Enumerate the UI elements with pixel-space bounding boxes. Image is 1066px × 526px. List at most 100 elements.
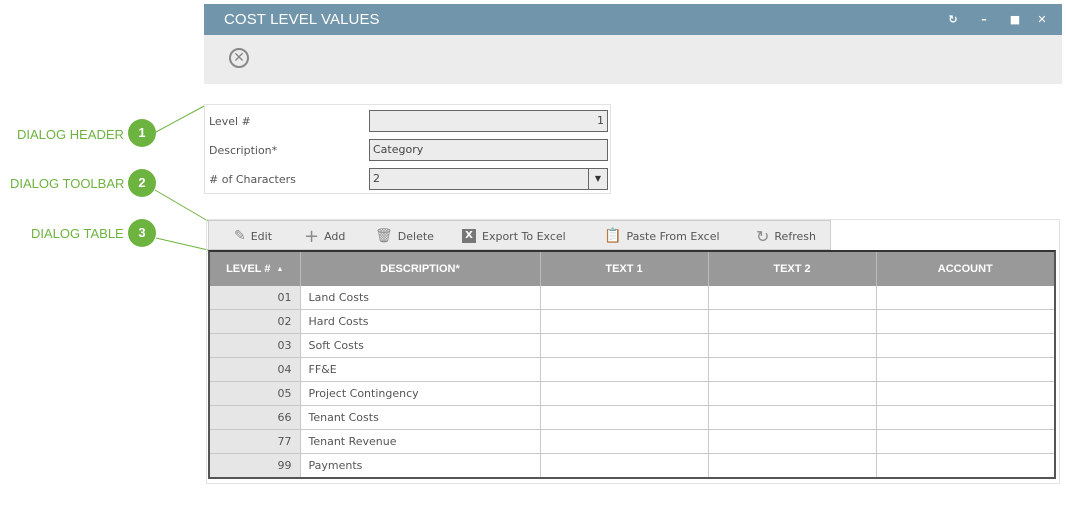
export-excel-button[interactable]: X Export To Excel	[462, 227, 566, 245]
level-label: Level #	[209, 115, 251, 128]
refresh-button[interactable]: ↻ Refresh	[756, 226, 816, 246]
table-header-row: LEVEL # ▲ DESCRIPTION* TEXT 1 TEXT 2 ACCO…	[210, 252, 1054, 286]
characters-value: 2	[373, 172, 380, 185]
table-row[interactable]: 66 Tenant Costs	[210, 405, 1054, 430]
add-label: Add	[324, 229, 346, 243]
column-header-account[interactable]: ACCOUNT	[876, 252, 1054, 286]
table-row[interactable]: 04 FF&E	[210, 357, 1054, 382]
cell-description[interactable]: Tenant Costs	[300, 405, 541, 430]
annotation-badge-3: 3	[128, 219, 156, 247]
dialog-header-form: Level # 1 Description* Category # of Cha…	[204, 104, 611, 194]
paste-excel-button[interactable]: 📋 Paste From Excel	[604, 227, 720, 245]
close-icon[interactable]: ✕	[1035, 13, 1049, 27]
dialog-title-bar: COST LEVEL VALUES ↻ – ■ ✕	[204, 4, 1062, 35]
level-input[interactable]: 1	[369, 110, 608, 132]
cell-account[interactable]	[876, 309, 1054, 334]
cell-account[interactable]	[876, 454, 1054, 478]
cell-description[interactable]: Project Contingency	[300, 381, 541, 406]
cell-level[interactable]: 01	[210, 286, 301, 310]
annotation-label-table: DIALOG TABLE	[31, 226, 124, 241]
cell-text1[interactable]	[540, 309, 709, 334]
cell-account[interactable]	[876, 429, 1054, 454]
export-label: Export To Excel	[482, 229, 566, 243]
cell-text2[interactable]	[708, 381, 877, 406]
plus-icon: +	[304, 225, 320, 247]
cell-level[interactable]: 05	[210, 381, 301, 406]
cell-text1[interactable]	[540, 381, 709, 406]
cell-text2[interactable]	[708, 453, 877, 477]
clipboard-icon: 📋	[604, 228, 622, 244]
cell-account[interactable]	[876, 333, 1054, 358]
cell-account[interactable]	[876, 286, 1054, 310]
cell-text1[interactable]	[540, 429, 709, 454]
cell-text2[interactable]	[708, 333, 877, 358]
annotation-line-1	[155, 104, 207, 133]
cell-text2[interactable]	[708, 405, 877, 430]
annotation-label-toolbar: DIALOG TOOLBAR	[10, 176, 125, 191]
column-header-level[interactable]: LEVEL # ▲	[210, 252, 301, 286]
dialog-action-strip: ✕	[204, 35, 1062, 84]
table-row[interactable]: 02 Hard Costs	[210, 309, 1054, 334]
excel-icon: X	[462, 229, 476, 243]
annotation-label-header: DIALOG HEADER	[17, 127, 124, 142]
refresh-icon[interactable]: ↻	[946, 13, 960, 27]
cell-text1[interactable]	[540, 453, 709, 477]
column-header-text2[interactable]: TEXT 2	[708, 252, 877, 286]
cell-account[interactable]	[876, 357, 1054, 382]
cell-text2[interactable]	[708, 309, 877, 334]
column-header-level-label: LEVEL #	[226, 263, 271, 275]
annotation-badge-1: 1	[128, 119, 156, 147]
cell-description[interactable]: Payments	[300, 453, 541, 477]
minimize-icon[interactable]: –	[977, 13, 991, 27]
table-row[interactable]: 01 Land Costs	[210, 286, 1054, 310]
cell-level[interactable]: 02	[210, 309, 301, 334]
refresh-icon: ↻	[756, 226, 770, 246]
characters-select[interactable]: 2 ▼	[369, 168, 608, 190]
maximize-icon[interactable]: ■	[1008, 13, 1022, 27]
paste-label: Paste From Excel	[626, 229, 720, 243]
chevron-down-icon[interactable]: ▼	[588, 169, 607, 189]
pencil-icon: ✎	[234, 228, 246, 244]
dialog-toolbar: ✎ Edit + Add 🗑 Delete X Export To Excel …	[208, 220, 831, 250]
cell-text2[interactable]	[708, 429, 877, 454]
refresh-label: Refresh	[774, 229, 816, 243]
table-row[interactable]: 99 Payments	[210, 453, 1054, 478]
cell-level[interactable]: 03	[210, 333, 301, 358]
dialog-title: COST LEVEL VALUES	[224, 11, 380, 28]
table-row[interactable]: 05 Project Contingency	[210, 381, 1054, 406]
cell-text1[interactable]	[540, 286, 709, 310]
cancel-circle-icon[interactable]: ✕	[229, 48, 249, 68]
dialog-table: LEVEL # ▲ DESCRIPTION* TEXT 1 TEXT 2 ACCO…	[208, 250, 1056, 479]
edit-button[interactable]: ✎ Edit	[234, 227, 272, 245]
cell-description[interactable]: Land Costs	[300, 286, 541, 310]
cell-description[interactable]: Tenant Revenue	[300, 429, 541, 454]
trash-icon: 🗑	[375, 228, 393, 244]
table-row[interactable]: 03 Soft Costs	[210, 333, 1054, 358]
delete-button[interactable]: 🗑 Delete	[375, 227, 434, 245]
cell-account[interactable]	[876, 405, 1054, 430]
cell-level[interactable]: 99	[210, 453, 301, 477]
add-button[interactable]: + Add	[304, 225, 346, 247]
column-header-description[interactable]: DESCRIPTION*	[300, 252, 541, 286]
table-row[interactable]: 77 Tenant Revenue	[210, 429, 1054, 454]
annotation-badge-2: 2	[128, 169, 156, 197]
cell-account[interactable]	[876, 381, 1054, 406]
cell-text1[interactable]	[540, 405, 709, 430]
cell-text2[interactable]	[708, 357, 877, 382]
annotation-line-3	[155, 237, 209, 251]
characters-label: # of Characters	[209, 173, 296, 186]
cell-description[interactable]: Hard Costs	[300, 309, 541, 334]
sort-ascending-icon: ▲	[276, 265, 284, 273]
cell-level[interactable]: 77	[210, 429, 301, 454]
cell-description[interactable]: Soft Costs	[300, 333, 541, 358]
cell-text1[interactable]	[540, 333, 709, 358]
cell-level[interactable]: 66	[210, 405, 301, 430]
description-input[interactable]: Category	[369, 139, 608, 161]
cell-level[interactable]: 04	[210, 357, 301, 382]
cell-description[interactable]: FF&E	[300, 357, 541, 382]
cell-text2[interactable]	[708, 286, 877, 310]
delete-label: Delete	[397, 229, 434, 243]
edit-label: Edit	[250, 229, 273, 243]
column-header-text1[interactable]: TEXT 1	[540, 252, 709, 286]
cell-text1[interactable]	[540, 357, 709, 382]
